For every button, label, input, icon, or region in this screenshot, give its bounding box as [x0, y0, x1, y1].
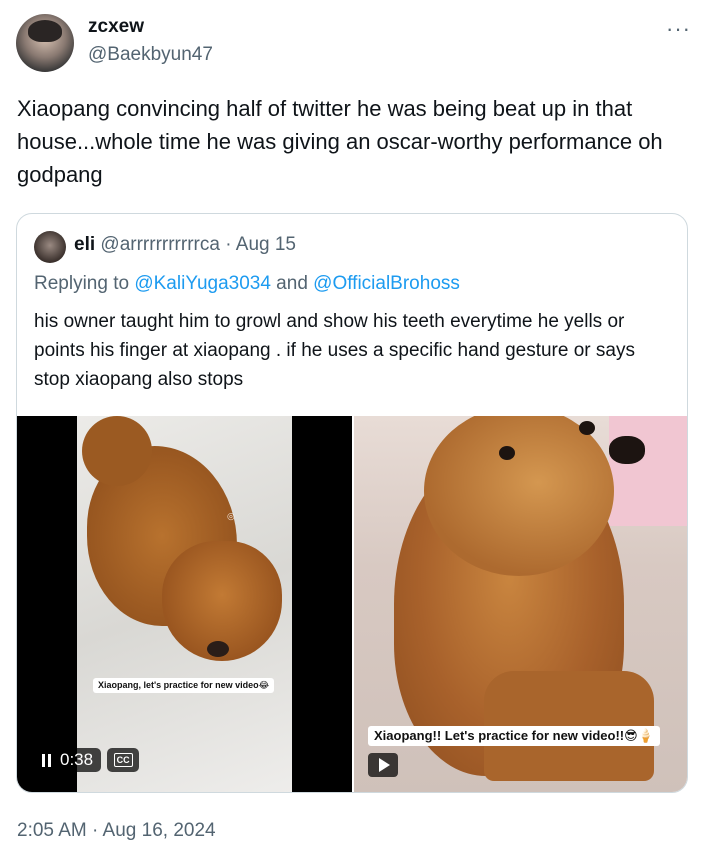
video-left-caption: Xiaopang, let's practice for new video😂 [93, 678, 275, 693]
video-right-caption: Xiaopang!! Let's practice for new video!… [368, 726, 660, 746]
reply-mention-1[interactable]: @KaliYuga3034 [134, 273, 271, 294]
pause-duration-pill[interactable]: 0:38 [33, 748, 102, 772]
quoted-tweet-text: his owner taught him to growl and show h… [34, 311, 635, 390]
background-cloth-image [609, 416, 687, 526]
play-button[interactable] [368, 753, 398, 777]
video-duration: 0:38 [60, 750, 94, 769]
author-handle[interactable]: @Baekbyun47 [88, 44, 213, 66]
video-left-frame: ◎ Xiaopang, let's practice for new video… [77, 416, 292, 792]
dog-tail-image [82, 416, 152, 486]
dog-eye-image [499, 446, 515, 460]
quoted-author-avatar[interactable] [34, 231, 66, 263]
quoted-tweet[interactable]: eli @arrrrrrrrrrrca · Aug 15 Replying to… [16, 213, 688, 793]
more-options-icon[interactable]: ··· [666, 16, 691, 42]
closed-captions-icon: CC [113, 753, 133, 767]
dog-nose-image [609, 436, 645, 464]
dog-nose-image [207, 641, 229, 657]
video-left[interactable]: ◎ Xiaopang, let's practice for new video… [17, 416, 352, 792]
author-avatar[interactable] [16, 14, 74, 72]
dog-eye-image [579, 421, 595, 435]
tweet-timestamp[interactable]: 2:05 AM · Aug 16, 2024 [17, 820, 216, 842]
quoted-tweet-header: eli @arrrrrrrrrrrca · Aug 15 [74, 234, 296, 256]
quoted-date[interactable]: Aug 15 [236, 234, 296, 255]
video-controls: 0:38 CC [33, 748, 140, 772]
pause-icon[interactable] [41, 753, 52, 767]
reply-mention-2[interactable]: @OfficialBrohoss [313, 273, 460, 294]
quoted-author-name[interactable]: eli [74, 234, 95, 255]
closed-captions-button[interactable]: CC [107, 748, 140, 772]
replying-to-prefix: Replying to [34, 273, 135, 294]
tweet-text: Xiaopang convincing half of twitter he w… [17, 96, 663, 187]
replying-to-line: Replying to @KaliYuga3034 and @OfficialB… [34, 273, 460, 295]
quoted-author-handle[interactable]: @arrrrrrrrrrrca [100, 234, 220, 255]
video-right[interactable]: Xiaopang!! Let's practice for new video!… [354, 416, 687, 792]
play-icon [379, 758, 390, 772]
replying-to-and: and [270, 273, 314, 294]
quoted-separator: · [225, 234, 232, 255]
author-display-name[interactable]: zcxew [88, 16, 144, 38]
watermark-icon: ◎ [227, 511, 235, 521]
